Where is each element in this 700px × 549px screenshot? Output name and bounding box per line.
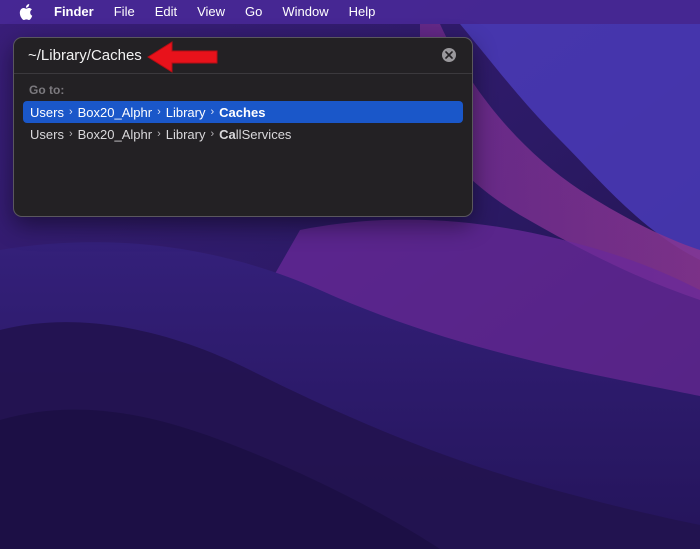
chevron-right-icon: › xyxy=(157,106,161,118)
menu-help[interactable]: Help xyxy=(349,0,376,24)
chevron-right-icon: › xyxy=(68,128,73,140)
path-segment-library: Library xyxy=(165,126,206,142)
path-input[interactable] xyxy=(28,44,428,66)
path-search-row xyxy=(14,38,472,74)
chevron-right-icon: › xyxy=(68,106,73,118)
go-to-section-label: Go to: xyxy=(29,83,65,97)
go-to-folder-panel: Go to: Users › Box20_Alphr › Library › C… xyxy=(13,37,473,217)
path-segment-user-folder: Box20_Alphr xyxy=(77,104,153,120)
path-leaf-match-highlight: Ca xyxy=(219,126,236,142)
path-leaf-rest: llServices xyxy=(235,126,292,142)
chevron-right-icon: › xyxy=(210,106,215,118)
chevron-right-icon: › xyxy=(210,128,215,140)
red-arrow-pointer-icon xyxy=(147,41,218,73)
path-segment-user-folder: Box20_Alphr xyxy=(77,126,153,142)
path-leaf-caches: Caches xyxy=(219,104,266,120)
menu-finder[interactable]: Finder xyxy=(54,0,94,24)
clear-circle-x-icon[interactable] xyxy=(442,48,456,62)
menu-edit[interactable]: Edit xyxy=(155,0,177,24)
path-segment-users: Users xyxy=(30,126,64,142)
path-segment-users: Users xyxy=(30,104,64,120)
chevron-right-icon: › xyxy=(157,128,161,140)
menu-view[interactable]: View xyxy=(197,0,225,24)
result-row-callservices[interactable]: Users › Box20_Alphr › Library › CallServ… xyxy=(23,123,463,145)
apple-logo-icon[interactable] xyxy=(18,3,34,21)
result-row-caches[interactable]: Users › Box20_Alphr › Library › Caches xyxy=(23,101,463,123)
path-segment-library: Library xyxy=(165,104,206,120)
menu-bar: Finder File Edit View Go Window Help xyxy=(0,0,700,24)
menu-file[interactable]: File xyxy=(114,0,135,24)
menu-window[interactable]: Window xyxy=(282,0,328,24)
menu-go[interactable]: Go xyxy=(245,0,262,24)
